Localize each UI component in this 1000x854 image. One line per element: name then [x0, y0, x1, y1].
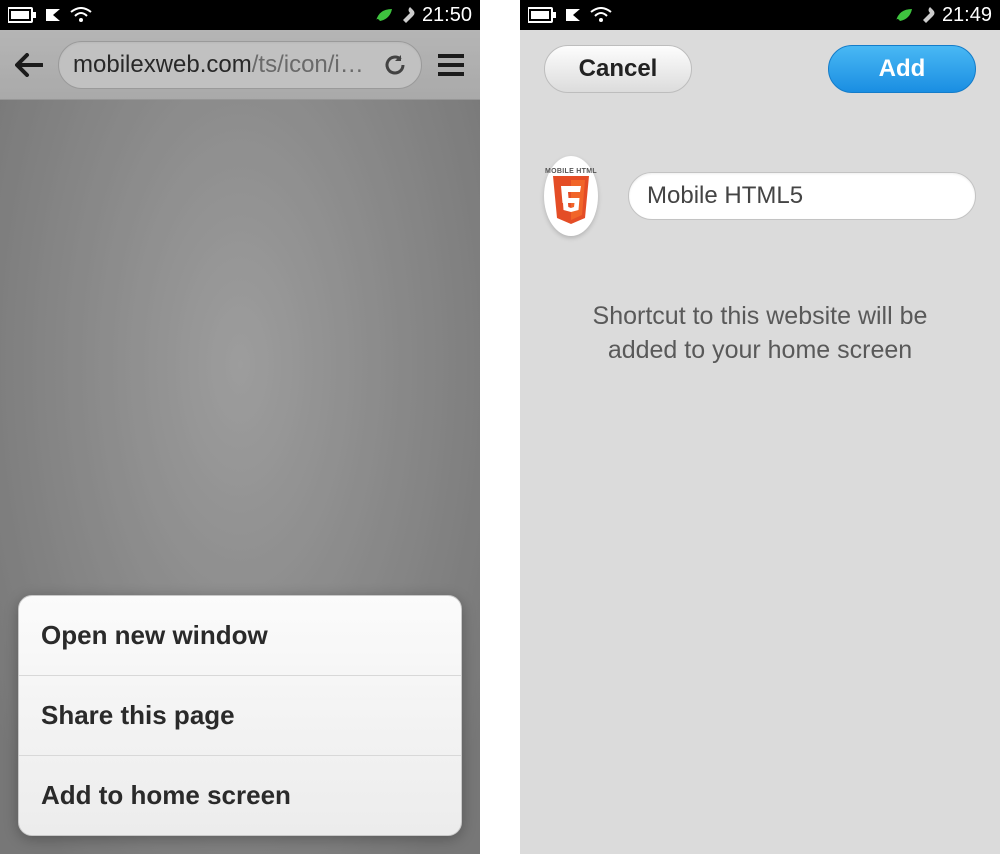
wifi-icon [590, 7, 612, 23]
status-left-group [8, 7, 92, 23]
menu-add-to-home-screen[interactable]: Add to home screen [19, 756, 461, 835]
hint-text: Shortcut to this website will be added t… [544, 300, 976, 368]
action-sheet: Open new window Share this page Add to h… [18, 595, 462, 836]
status-bar: 21:49 [520, 0, 1000, 30]
reload-icon[interactable] [383, 53, 407, 77]
leaf-icon [894, 7, 914, 23]
menu-button[interactable] [434, 48, 468, 82]
status-right-group: 21:50 [374, 4, 472, 27]
charge-icon [562, 7, 584, 23]
status-bar: 21:50 [0, 0, 480, 30]
site-favicon: MOBILE HTML [544, 156, 598, 236]
back-button[interactable] [12, 48, 46, 82]
cancel-button[interactable]: Cancel [544, 45, 692, 93]
status-left-group [528, 7, 612, 23]
browser-toolbar: mobilexweb.com/ts/icon/i… [0, 30, 480, 100]
charge-icon [42, 7, 64, 23]
clock-text: 21:50 [422, 4, 472, 27]
shortcut-form: MOBILE HTML Shortcut to this website wil… [520, 108, 1000, 368]
add-button[interactable]: Add [828, 45, 976, 93]
url-text: mobilexweb.com/ts/icon/i… [73, 51, 375, 79]
menu-open-new-window[interactable]: Open new window [19, 596, 461, 676]
tool-icon [920, 7, 936, 23]
wifi-icon [70, 7, 92, 23]
html5-icon [549, 176, 593, 224]
icon-caption: MOBILE HTML [545, 168, 597, 175]
status-right-group: 21:49 [894, 4, 992, 27]
phone-browser-menu: 21:50 mobilexweb.com/ts/icon/i… Open new… [0, 0, 480, 854]
shortcut-title-input[interactable] [628, 172, 976, 220]
clock-text: 21:49 [942, 4, 992, 27]
tool-icon [400, 7, 416, 23]
battery-icon [8, 7, 36, 23]
leaf-icon [374, 7, 394, 23]
url-domain: mobilexweb.com [73, 51, 252, 78]
url-path: /ts/icon/i… [252, 51, 364, 78]
battery-icon [528, 7, 556, 23]
phone-add-shortcut: 21:49 Cancel Add MOBILE HTML Shortcut to… [520, 0, 1000, 854]
dialog-header: Cancel Add [520, 30, 1000, 108]
url-bar[interactable]: mobilexweb.com/ts/icon/i… [58, 41, 422, 89]
menu-share-this-page[interactable]: Share this page [19, 676, 461, 756]
shortcut-row: MOBILE HTML [544, 156, 976, 236]
